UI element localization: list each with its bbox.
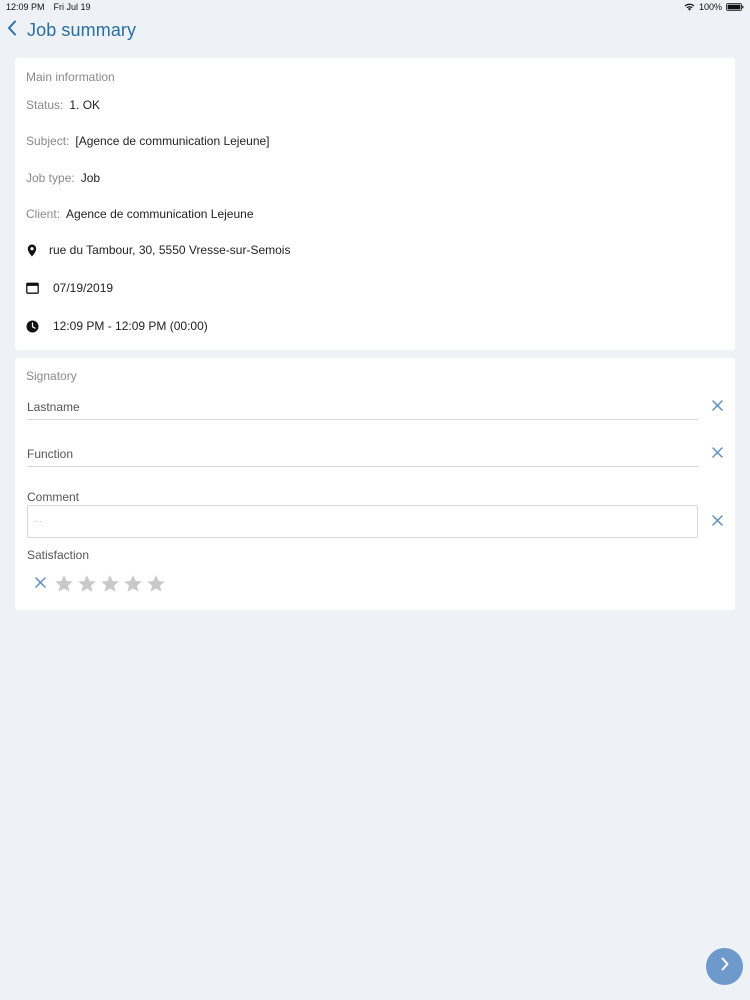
satisfaction-rating bbox=[33, 574, 169, 594]
battery-icon bbox=[726, 3, 744, 11]
close-icon bbox=[34, 575, 46, 593]
status-bar: 12:09 PM Fri Jul 19 100% bbox=[0, 0, 750, 14]
subject-row: Subject : [Agence de communication Lejeu… bbox=[26, 134, 270, 148]
clear-comment-button[interactable] bbox=[709, 514, 725, 530]
comment-input[interactable]: ... bbox=[27, 505, 698, 538]
close-icon bbox=[711, 445, 723, 463]
job-summary-screen: 12:09 PM Fri Jul 19 100% Job summary Mai… bbox=[0, 0, 750, 1000]
status-separator: : bbox=[60, 98, 64, 112]
close-icon bbox=[711, 513, 723, 531]
star-2-icon[interactable] bbox=[77, 574, 97, 594]
time-row: 12:09 PM - 12:09 PM (00:00) bbox=[25, 319, 208, 333]
clear-function-button[interactable] bbox=[709, 446, 725, 462]
time-range-value: 12:09 PM - 12:09 PM (00:00) bbox=[53, 319, 208, 333]
address-value: rue du Tambour, 30, 5550 Vresse-sur-Semo… bbox=[49, 243, 291, 257]
job-type-row: Job type : Job bbox=[26, 171, 100, 185]
job-type-separator: : bbox=[71, 171, 75, 185]
map-pin-icon bbox=[25, 243, 39, 257]
star-4-icon[interactable] bbox=[123, 574, 143, 594]
function-field[interactable]: Function bbox=[27, 447, 73, 461]
job-type-label: Job type bbox=[26, 171, 72, 185]
clear-rating-button[interactable] bbox=[33, 577, 47, 591]
function-underline bbox=[27, 466, 698, 467]
next-button[interactable] bbox=[706, 948, 743, 985]
chevron-right-icon bbox=[720, 957, 730, 976]
subject-label: Subject bbox=[26, 134, 67, 148]
chevron-left-icon bbox=[7, 20, 17, 41]
date-value: 07/19/2019 bbox=[53, 281, 114, 295]
signatory-heading: Signatory bbox=[26, 369, 77, 383]
main-information-card: Main information Status : 1. OK Subject … bbox=[15, 58, 735, 350]
date-row: 07/19/2019 bbox=[25, 281, 113, 295]
clear-lastname-button[interactable] bbox=[709, 399, 725, 415]
client-value: Agence de communication Lejeune bbox=[66, 207, 254, 221]
clock-icon bbox=[25, 319, 39, 333]
signatory-card: Signatory Lastname Function Comment ... … bbox=[15, 358, 735, 610]
status-time: 12:09 PM bbox=[6, 2, 45, 12]
status-label: Status bbox=[26, 98, 61, 112]
job-type-value: Job bbox=[80, 171, 101, 185]
lastname-field[interactable]: Lastname bbox=[27, 400, 80, 414]
address-row: rue du Tambour, 30, 5550 Vresse-sur-Semo… bbox=[25, 243, 290, 257]
wifi-icon bbox=[684, 3, 695, 11]
client-separator: : bbox=[56, 207, 61, 221]
lastname-underline bbox=[27, 419, 698, 420]
subject-separator: : bbox=[66, 134, 70, 148]
star-5-icon[interactable] bbox=[146, 574, 166, 594]
subject-value: [Agence de communication Lejeune] bbox=[75, 134, 270, 148]
satisfaction-label: Satisfaction bbox=[27, 548, 90, 562]
nav-bar: Job summary bbox=[0, 14, 750, 46]
comment-label: Comment bbox=[27, 490, 80, 504]
star-3-icon[interactable] bbox=[100, 574, 120, 594]
back-button[interactable] bbox=[0, 14, 24, 46]
status-value: 1. OK bbox=[69, 98, 101, 112]
close-icon bbox=[711, 398, 723, 416]
battery-percent: 100% bbox=[698, 2, 722, 12]
page-title: Job summary bbox=[27, 19, 137, 40]
main-information-heading: Main information bbox=[26, 70, 115, 84]
calendar-icon bbox=[25, 281, 39, 295]
star-1-icon[interactable] bbox=[54, 574, 74, 594]
status-row: Status : 1. OK bbox=[26, 98, 100, 112]
client-row: Client : Agence de communication Lejeune bbox=[26, 207, 254, 221]
status-date: Fri Jul 19 bbox=[53, 2, 91, 12]
client-label: Client bbox=[26, 207, 57, 221]
status-indicators: 100% bbox=[684, 2, 744, 12]
